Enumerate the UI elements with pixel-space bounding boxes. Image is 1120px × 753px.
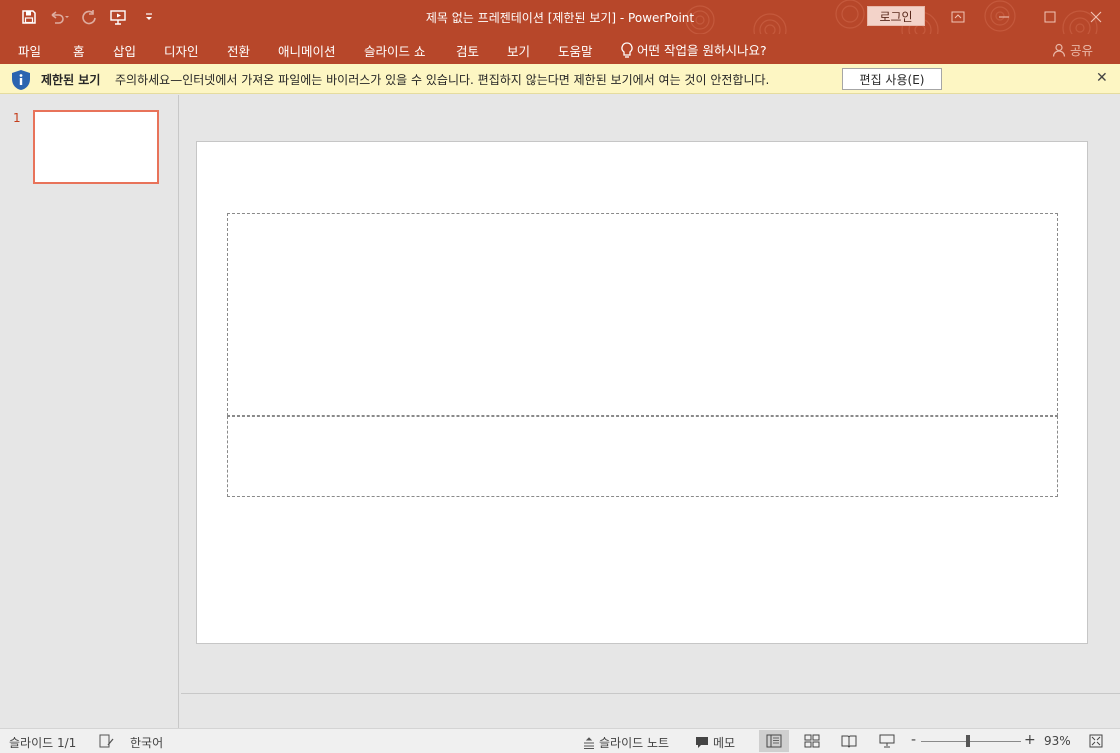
lightbulb-icon bbox=[621, 41, 633, 58]
tab-design[interactable]: 디자인 bbox=[164, 41, 199, 60]
tab-animations[interactable]: 애니메이션 bbox=[278, 41, 336, 60]
slide-count: 슬라이드 1/1 bbox=[9, 736, 77, 750]
zoom-level[interactable]: 93% bbox=[1044, 734, 1071, 748]
reading-view-icon bbox=[841, 735, 857, 748]
notes-pane-divider[interactable] bbox=[181, 693, 1120, 694]
tab-review[interactable]: 검토 bbox=[456, 41, 479, 60]
tab-view[interactable]: 보기 bbox=[507, 41, 530, 60]
close-icon bbox=[1090, 11, 1102, 23]
share-label: 공유 bbox=[1070, 43, 1094, 58]
maximize-button[interactable] bbox=[1027, 0, 1073, 34]
subtitle-placeholder[interactable] bbox=[227, 416, 1058, 497]
status-bar: 슬라이드 1/1 한국어 슬라이드 노트 메모 - + 93% bbox=[0, 728, 1120, 753]
tab-home[interactable]: 홈 bbox=[73, 41, 85, 60]
zoom-slider[interactable] bbox=[921, 741, 1021, 742]
notes-icon bbox=[584, 736, 594, 749]
normal-view-icon bbox=[766, 734, 782, 748]
reading-view-button[interactable] bbox=[834, 730, 864, 752]
minimize-icon bbox=[999, 16, 1009, 18]
ribbon-display-icon bbox=[951, 11, 965, 23]
protected-view-message: 주의하세요—인터넷에서 가져온 파일에는 바이러스가 있을 수 있습니다. 편집… bbox=[115, 73, 770, 87]
slide-sorter-button[interactable] bbox=[797, 730, 827, 752]
notes-button[interactable]: 슬라이드 노트 bbox=[583, 734, 669, 751]
slide-number: 1 bbox=[13, 111, 21, 125]
zoom-slider-handle[interactable] bbox=[966, 735, 970, 747]
comments-button[interactable]: 메모 bbox=[695, 734, 735, 751]
title-placeholder[interactable] bbox=[227, 213, 1058, 416]
undo-icon bbox=[51, 11, 69, 24]
redo-button[interactable] bbox=[74, 6, 104, 28]
customize-toolbar-button[interactable] bbox=[134, 6, 164, 28]
tab-transitions[interactable]: 전환 bbox=[227, 41, 250, 60]
share-button[interactable]: 공유 bbox=[1052, 40, 1093, 59]
shield-info-icon bbox=[12, 70, 30, 90]
protected-view-bar: 제한된 보기 주의하세요—인터넷에서 가져온 파일에는 바이러스가 있을 수 있… bbox=[0, 64, 1120, 94]
ribbon-display-options-button[interactable] bbox=[935, 0, 981, 34]
slide-thumbnail[interactable] bbox=[33, 110, 159, 184]
tab-slideshow[interactable]: 슬라이드 쇼 bbox=[364, 41, 425, 60]
login-button[interactable]: 로그인 bbox=[867, 6, 925, 26]
maximize-icon bbox=[1044, 11, 1056, 23]
present-from-start-button[interactable] bbox=[104, 6, 134, 28]
slide-canvas[interactable] bbox=[196, 141, 1088, 644]
title-bar: 제목 없는 프레젠테이션 [제한된 보기] - PowerPoint 로그인 bbox=[0, 0, 1120, 34]
normal-view-button[interactable] bbox=[759, 730, 789, 752]
tell-me-search[interactable]: 어떤 작업을 원하시나요? bbox=[621, 40, 767, 59]
tab-insert[interactable]: 삽입 bbox=[113, 41, 136, 60]
person-icon bbox=[1052, 43, 1066, 57]
ribbon-tabs: 파일 홈 삽입 디자인 전환 애니메이션 슬라이드 쇼 검토 보기 도움말 어떤… bbox=[0, 34, 1120, 64]
spell-check-button[interactable] bbox=[99, 734, 115, 748]
save-icon bbox=[22, 10, 36, 24]
fit-window-icon bbox=[1089, 734, 1103, 748]
comments-label: 메모 bbox=[713, 736, 736, 750]
quick-access-toolbar bbox=[14, 6, 164, 28]
comment-icon bbox=[696, 737, 708, 748]
save-button[interactable] bbox=[14, 6, 44, 28]
zoom-out-button[interactable]: - bbox=[911, 732, 916, 748]
slide-thumbnail-pane[interactable]: 1 bbox=[0, 95, 179, 728]
enable-editing-button[interactable]: 편집 사용(E) bbox=[842, 68, 942, 90]
slide-show-button[interactable] bbox=[872, 730, 902, 752]
customize-icon bbox=[146, 13, 152, 20]
close-message-bar-icon[interactable]: ✕ bbox=[1096, 70, 1108, 86]
tab-file[interactable]: 파일 bbox=[18, 41, 41, 60]
tab-help[interactable]: 도움말 bbox=[558, 41, 593, 60]
undo-button[interactable] bbox=[44, 6, 74, 28]
notes-label: 슬라이드 노트 bbox=[599, 736, 670, 750]
spell-check-icon bbox=[99, 734, 114, 748]
language[interactable]: 한국어 bbox=[130, 734, 163, 751]
slide-show-icon bbox=[879, 734, 895, 748]
slide-sorter-icon bbox=[804, 734, 820, 748]
tell-me-label: 어떤 작업을 원하시나요? bbox=[637, 43, 767, 58]
fit-to-window-button[interactable] bbox=[1081, 730, 1111, 752]
minimize-button[interactable] bbox=[981, 0, 1027, 34]
close-window-button[interactable] bbox=[1073, 0, 1119, 34]
present-icon bbox=[110, 10, 126, 25]
zoom-in-button[interactable]: + bbox=[1024, 732, 1036, 748]
redo-icon bbox=[82, 10, 96, 25]
protected-view-title: 제한된 보기 bbox=[41, 73, 101, 87]
